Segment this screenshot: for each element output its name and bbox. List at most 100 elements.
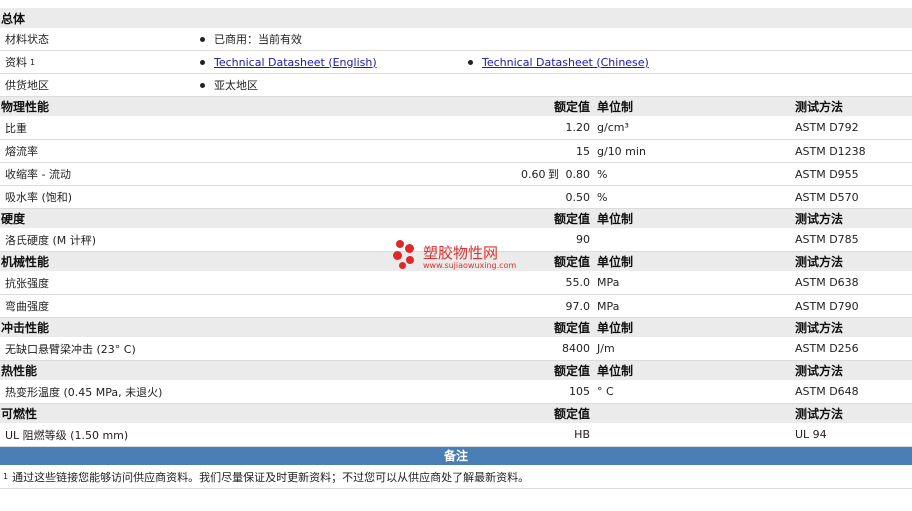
availability-label: 供货地区 — [5, 79, 49, 92]
property-unit: ° C — [597, 385, 614, 398]
property-value: 15 — [576, 144, 590, 158]
watermark-logo: 塑胶物性网 www.sujiaowuxing.com — [393, 238, 523, 274]
col-nominal: 额定值 — [553, 407, 590, 421]
material-status-row: 材料状态 已商用：当前有效 — [0, 28, 912, 51]
section-title: 冲击性能 — [1, 321, 50, 335]
bullet-icon — [200, 82, 205, 88]
col-unit: 单位制 — [597, 364, 634, 378]
property-unit: J/m — [597, 342, 615, 355]
property-value-from: 0.60 — [521, 167, 546, 181]
table-row: 吸水率 (饱和) 0.50 % ASTM D570 — [0, 186, 912, 209]
availability-row: 供货地区 亚太地区 — [0, 74, 912, 97]
section-title: 机械性能 — [1, 255, 50, 269]
property-value: 97.0 — [565, 299, 591, 313]
hardness-header: 硬度 额定值 单位制 测试方法 — [0, 209, 912, 228]
property-unit: g/10 min — [597, 144, 646, 158]
col-test: 测试方法 — [795, 255, 844, 269]
bullet-icon — [468, 59, 473, 65]
col-test: 测试方法 — [795, 364, 844, 378]
section-title: 热性能 — [1, 364, 38, 378]
property-unit: MPa — [597, 299, 620, 313]
doc-chinese-link[interactable]: Technical Datasheet (Chinese) — [482, 56, 649, 69]
col-nominal: 额定值 — [553, 255, 590, 269]
col-nominal: 额定值 — [553, 212, 590, 226]
doc-english: Technical Datasheet (English) — [200, 51, 377, 73]
logo-dot-icon — [393, 251, 402, 260]
table-row: 收缩率 - 流动 0.60 到 0.80 % ASTM D955 — [0, 163, 912, 186]
table-row: 无缺口悬臂梁冲击 (23° C) 8400 J/m ASTM D256 — [0, 337, 912, 361]
property-test: ASTM D792 — [795, 121, 859, 134]
property-name: 抗张强度 — [5, 276, 49, 290]
property-unit: % — [597, 190, 608, 204]
logo-dot-icon — [406, 256, 414, 264]
range-to: 到 — [548, 168, 559, 181]
logo-dot-icon — [396, 240, 404, 248]
property-name: 比重 — [5, 121, 27, 135]
col-nominal: 额定值 — [553, 364, 590, 378]
col-test: 测试方法 — [795, 212, 844, 226]
col-nominal: 额定值 — [553, 100, 590, 114]
property-name: 无缺口悬臂梁冲击 (23° C) — [5, 342, 136, 356]
property-name: 熔流率 — [5, 145, 38, 158]
notes-header: 备注 — [0, 447, 912, 465]
overview-header: 总体 — [0, 8, 912, 28]
watermark-title: 塑胶物性网 — [423, 244, 499, 262]
col-test: 测试方法 — [795, 100, 844, 114]
col-test: 测试方法 — [795, 321, 844, 335]
bullet-icon — [200, 36, 205, 42]
property-unit: % — [597, 167, 608, 181]
impact-header: 冲击性能 额定值 单位制 测试方法 — [0, 318, 912, 337]
property-test: ASTM D785 — [795, 233, 859, 246]
property-unit: g/cm³ — [597, 121, 629, 134]
property-value: 90 — [576, 233, 590, 246]
material-status-label: 材料状态 — [5, 33, 49, 46]
table-row: 弯曲强度 97.0 MPa ASTM D790 — [0, 295, 912, 318]
property-test: ASTM D1238 — [795, 144, 866, 158]
table-row: UL 阻燃等级 (1.50 mm) HB UL 94 — [0, 423, 912, 447]
material-status-value: 已商用：当前有效 — [200, 28, 302, 50]
property-value: 1.20 — [565, 121, 591, 134]
property-test: ASTM D790 — [795, 299, 859, 313]
logo-dot-icon — [405, 244, 414, 253]
table-row: 比重 1.20 g/cm³ ASTM D792 — [0, 116, 912, 140]
doc-chinese: Technical Datasheet (Chinese) — [468, 51, 649, 73]
property-value: 55.0 — [565, 276, 591, 289]
physical-header: 物理性能 额定值 单位制 测试方法 — [0, 97, 912, 116]
property-test: ASTM D570 — [795, 190, 859, 204]
col-unit: 单位制 — [597, 100, 634, 114]
property-name: 吸水率 (饱和) — [5, 191, 73, 204]
overview-title: 总体 — [1, 11, 26, 26]
section-title: 硬度 — [1, 212, 26, 226]
table-row: 熔流率 15 g/10 min ASTM D1238 — [0, 140, 912, 163]
bullet-icon — [200, 59, 205, 65]
availability-value: 亚太地区 — [200, 74, 258, 96]
property-name: 热变形温度 (0.45 MPa, 未退火) — [5, 385, 163, 399]
footnote: 1 通过这些链接您能够访问供应商资料。我们尽量保证及时更新资料；不过您可以从供应… — [3, 470, 530, 484]
watermark-url: www.sujiaowuxing.com — [423, 261, 517, 270]
col-unit: 单位制 — [597, 255, 634, 269]
property-value: 0.50 — [565, 190, 591, 204]
property-name: 洛氏硬度 (M 计秤) — [5, 233, 97, 247]
property-test: ASTM D256 — [795, 342, 859, 355]
property-unit: MPa — [597, 276, 620, 289]
property-name: 收缩率 - 流动 — [5, 168, 71, 181]
property-value-to: 0.80 — [565, 167, 591, 181]
flammability-header: 可燃性 额定值 测试方法 — [0, 404, 912, 423]
logo-dot-icon — [399, 262, 406, 269]
section-title: 物理性能 — [1, 100, 50, 114]
property-test: ASTM D648 — [795, 385, 859, 398]
doc-english-link[interactable]: Technical Datasheet (English) — [214, 56, 377, 69]
property-name: 弯曲强度 — [5, 300, 49, 313]
section-title: 可燃性 — [1, 407, 38, 421]
col-test: 测试方法 — [795, 407, 844, 421]
thermal-header: 热性能 额定值 单位制 测试方法 — [0, 361, 912, 380]
property-value: HB — [574, 428, 590, 441]
documents-row: 资料 1 Technical Datasheet (English) Techni… — [0, 51, 912, 74]
property-value: 105 — [569, 385, 590, 398]
table-row: 抗张强度 55.0 MPa ASTM D638 — [0, 271, 912, 295]
table-row: 热变形温度 (0.45 MPa, 未退火) 105 ° C ASTM D648 — [0, 380, 912, 404]
property-test: UL 94 — [795, 428, 827, 441]
col-nominal: 额定值 — [553, 321, 590, 335]
property-test: ASTM D955 — [795, 167, 859, 181]
footnote-row: 1 通过这些链接您能够访问供应商资料。我们尽量保证及时更新资料；不过您可以从供应… — [0, 465, 912, 489]
